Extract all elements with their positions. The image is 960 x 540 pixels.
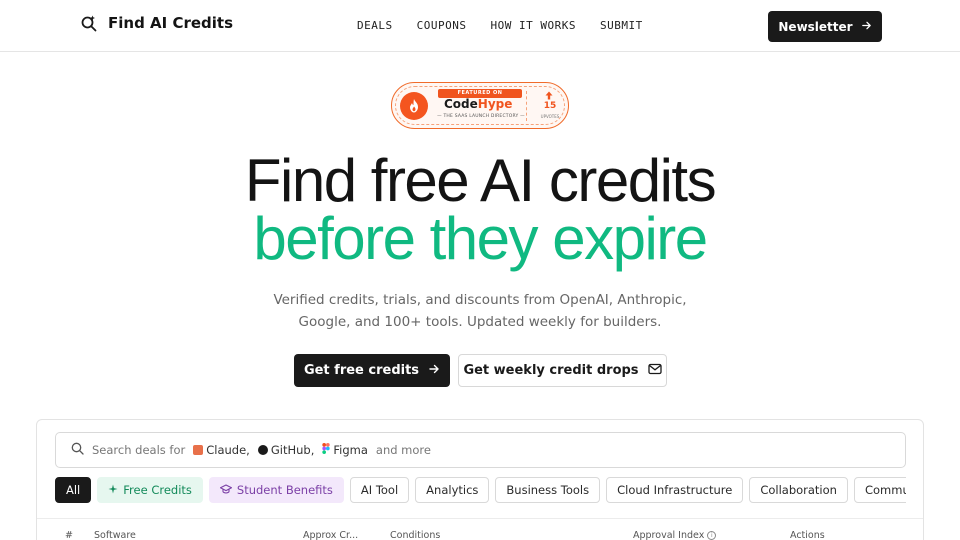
- cta-secondary-label: Get weekly credit drops: [463, 363, 639, 378]
- upvote-label: UPVOTES: [540, 114, 560, 119]
- nav-how-it-works[interactable]: HOW IT WORKS: [490, 19, 575, 32]
- filter-all[interactable]: All: [55, 477, 92, 503]
- weekly-credit-drops-button[interactable]: Get weekly credit drops: [458, 354, 667, 387]
- filter-free-credits[interactable]: Free Credits: [97, 477, 203, 503]
- search-sparkle-icon: [80, 14, 98, 32]
- category-filters: All Free Credits Student Benefits AI Too…: [55, 477, 906, 503]
- hero-title-highlight: before they expire: [253, 205, 708, 272]
- nav-deals[interactable]: DEALS: [357, 19, 393, 32]
- sparkle-icon: [108, 483, 118, 497]
- search-placeholder-prefix: Search deals for: [92, 443, 186, 457]
- arrow-right-icon: [428, 363, 440, 379]
- search-brand-claude-label: Claude,: [206, 443, 250, 457]
- arrow-right-icon: [861, 20, 872, 34]
- mail-icon: [647, 363, 662, 379]
- badge-name: CodeHype: [444, 97, 512, 111]
- get-free-credits-button[interactable]: Get free credits: [294, 354, 450, 387]
- search-input[interactable]: Search deals for Claude, GitHub, Figma a…: [55, 432, 906, 468]
- nav-submit[interactable]: SUBMIT: [600, 19, 643, 32]
- nav-coupons[interactable]: COUPONS: [417, 19, 467, 32]
- filter-free-credits-label: Free Credits: [123, 483, 192, 497]
- search-brand-figma-label: Figma: [333, 443, 368, 457]
- filter-collaboration[interactable]: Collaboration: [749, 477, 848, 503]
- column-software[interactable]: Software: [94, 530, 136, 540]
- badge-tagline: — THE SAAS LAUNCH DIRECTORY —: [437, 114, 525, 119]
- filter-student-benefits-label: Student Benefits: [236, 483, 333, 497]
- search-placeholder-suffix: and more: [375, 443, 431, 457]
- column-approval-index[interactable]: Approval Index i: [633, 530, 717, 540]
- deals-table-header: # Software Approx Cr... Conditions Appro…: [37, 518, 923, 540]
- filter-communications[interactable]: Communications: [853, 477, 906, 503]
- column-number: #: [65, 530, 73, 540]
- brand-logo-link[interactable]: Find AI Credits: [80, 14, 233, 32]
- column-approval-index-label: Approval Index: [633, 530, 705, 540]
- column-approx-credits[interactable]: Approx Cr...: [303, 530, 358, 540]
- deals-panel: Search deals for Claude, GitHub, Figma a…: [36, 419, 924, 540]
- flame-icon: [400, 92, 428, 120]
- main-nav: DEALS COUPONS HOW IT WORKS SUBMIT: [357, 19, 643, 32]
- upvote-count: 15: [543, 101, 557, 111]
- filter-student-benefits[interactable]: Student Benefits: [208, 477, 344, 503]
- brand-name: Find AI Credits: [108, 14, 233, 32]
- search-icon: [71, 442, 84, 458]
- column-conditions: Conditions: [390, 530, 441, 540]
- column-actions: Actions: [790, 530, 825, 540]
- cta-primary-label: Get free credits: [303, 363, 420, 378]
- search-brand-github: GitHub,: [257, 443, 315, 457]
- newsletter-button[interactable]: Newsletter: [768, 11, 882, 42]
- github-logo-icon: [257, 445, 268, 455]
- info-icon[interactable]: i: [707, 531, 717, 540]
- filter-ai-tool[interactable]: AI Tool: [349, 477, 410, 503]
- codehype-badge[interactable]: FEATURED ON CodeHype — THE SAAS LAUNCH D…: [391, 82, 569, 129]
- badge-name-code: Code: [444, 97, 478, 111]
- search-brand-claude: Claude,: [193, 443, 250, 457]
- newsletter-label: Newsletter: [778, 19, 853, 34]
- filter-analytics[interactable]: Analytics: [415, 477, 490, 503]
- figma-logo-icon: [322, 443, 331, 457]
- filter-cloud-infrastructure[interactable]: Cloud Infrastructure: [606, 477, 744, 503]
- search-brand-github-label: GitHub,: [270, 443, 315, 457]
- badge-divider: [526, 91, 527, 121]
- graduation-cap-icon: [219, 483, 232, 497]
- claude-logo-icon: [193, 445, 204, 455]
- badge-name-hype: Hype: [477, 97, 513, 111]
- search-brand-figma: Figma: [322, 443, 368, 457]
- filter-business-tools[interactable]: Business Tools: [495, 477, 601, 503]
- top-header: Find AI Credits DEALS COUPONS HOW IT WOR…: [0, 0, 960, 52]
- hero-subtitle: Verified credits, trials, and discounts …: [273, 292, 687, 330]
